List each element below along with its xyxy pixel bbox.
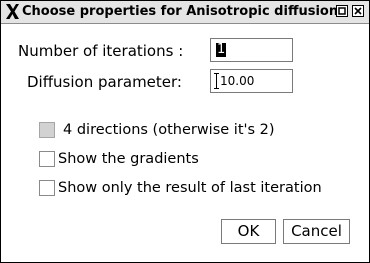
- ok-button[interactable]: OK: [221, 219, 276, 244]
- iterations-label: Number of iterations :: [18, 42, 184, 60]
- diffusion-label: Diffusion parameter:: [27, 73, 182, 91]
- last-iteration-label: Show only the result of last iteration: [58, 180, 322, 196]
- close-icon[interactable]: [352, 5, 364, 17]
- diffusion-value: 10.00: [220, 74, 255, 88]
- iterations-input[interactable]: 1: [210, 38, 293, 62]
- four-directions-checkbox[interactable]: [39, 122, 55, 138]
- iterations-value: 1: [216, 42, 227, 57]
- four-directions-label: 4 directions (otherwise it's 2): [63, 122, 275, 138]
- window-title: Choose properties for Anisotropic diffus…: [22, 4, 339, 19]
- show-gradients-checkbox[interactable]: [39, 151, 55, 167]
- diffusion-input[interactable]: 10.00: [210, 69, 293, 93]
- dialog-window: Choose properties for Anisotropic diffus…: [0, 0, 370, 263]
- maximize-icon[interactable]: [336, 5, 348, 17]
- cancel-button[interactable]: Cancel: [283, 219, 350, 244]
- title-bar[interactable]: Choose properties for Anisotropic diffus…: [1, 1, 369, 24]
- show-gradients-label: Show the gradients: [58, 151, 199, 167]
- last-iteration-checkbox[interactable]: [39, 180, 55, 196]
- x-logo-icon[interactable]: [4, 3, 21, 20]
